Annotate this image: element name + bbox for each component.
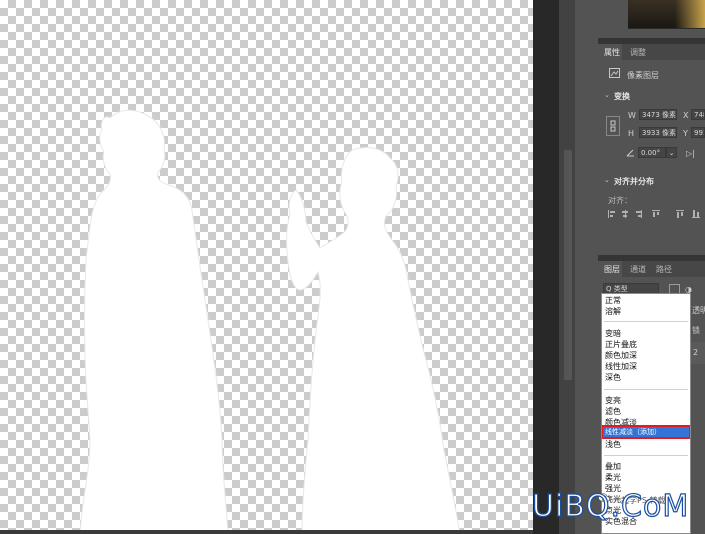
blend-option-linear-burn[interactable]: 线性加深 xyxy=(605,362,637,372)
chevron-down-icon[interactable]: ⌄ xyxy=(604,91,610,99)
blend-option-screen[interactable]: 滤色 xyxy=(605,407,621,417)
angle-dropdown-button[interactable]: ⌄ xyxy=(666,147,677,158)
align-bottom-edges-icon[interactable] xyxy=(692,210,700,218)
section-align-title: 对齐并分布 xyxy=(614,177,654,186)
x-label: X xyxy=(683,111,689,120)
tab-layers[interactable]: 图层 xyxy=(604,264,620,275)
layer-number: 2 xyxy=(693,348,699,357)
layers-tab-bar: 图层 通道 路径 xyxy=(598,261,705,277)
width-field[interactable]: 3473 像素 xyxy=(639,109,677,120)
height-label: H xyxy=(628,129,635,138)
properties-tab-bar: 属性 调整 xyxy=(598,44,705,60)
canvas-bottom-edge xyxy=(0,530,533,534)
menu-divider xyxy=(604,389,688,390)
layer-row[interactable]: 2 xyxy=(691,342,705,364)
blend-option-linear-dodge-selected[interactable]: 线性减淡（添加） xyxy=(602,425,690,439)
flip-horizontal-icon[interactable]: ▷| xyxy=(686,149,695,158)
tab-adjustments[interactable]: 调整 xyxy=(630,47,646,58)
right-figure-silhouette xyxy=(286,147,461,534)
selected-option-label: 线性减淡（添加） xyxy=(605,428,661,436)
vertical-scrollbar-thumb[interactable] xyxy=(564,150,572,380)
width-label: W xyxy=(628,111,636,120)
layer-kind-label: 像素图层 xyxy=(627,71,659,80)
menu-divider xyxy=(604,455,688,456)
align-horizontal-centers-icon[interactable] xyxy=(621,210,629,218)
blend-option-lighter-color[interactable]: 浅色 xyxy=(605,440,621,450)
opacity-label: 透明 xyxy=(692,306,705,315)
lock-label: 锁 xyxy=(692,326,700,335)
section-transform-title: 变换 xyxy=(614,92,630,101)
blend-option-soft-light[interactable]: 柔光 xyxy=(605,473,621,483)
tab-channels[interactable]: 通道 xyxy=(630,264,646,275)
align-label: 对齐： xyxy=(608,196,632,205)
align-vertical-centers-icon[interactable] xyxy=(676,210,684,218)
layer-silhouettes-image xyxy=(79,109,461,534)
menu-divider xyxy=(604,321,688,322)
angle-icon xyxy=(626,149,634,157)
blend-option-darken[interactable]: 变暗 xyxy=(605,329,621,339)
align-top-edges-icon[interactable] xyxy=(652,210,660,218)
left-figure-silhouette xyxy=(79,109,229,534)
y-position-field[interactable]: 991 xyxy=(691,127,705,138)
site-watermark-logo: UiBQ.CoM xyxy=(531,489,690,524)
pixel-layer-icon xyxy=(609,68,620,78)
blend-option-normal[interactable]: 正常 xyxy=(605,296,621,306)
angle-field[interactable]: 0.00° xyxy=(638,147,666,158)
align-left-edges-icon[interactable] xyxy=(608,210,616,218)
blend-option-dissolve[interactable]: 溶解 xyxy=(605,307,621,317)
tab-properties[interactable]: 属性 xyxy=(604,47,620,58)
blend-option-overlay[interactable]: 叠加 xyxy=(605,462,621,472)
link-proportions-icon[interactable] xyxy=(606,116,620,136)
document-canvas[interactable] xyxy=(0,0,533,534)
blend-option-multiply[interactable]: 正片叠底 xyxy=(605,340,637,350)
y-label: Y xyxy=(683,129,688,138)
canvas-gutter xyxy=(533,0,559,534)
align-right-edges-icon[interactable] xyxy=(634,210,642,218)
blend-option-lighten[interactable]: 变亮 xyxy=(605,396,621,406)
tab-paths[interactable]: 路径 xyxy=(656,264,672,275)
x-position-field[interactable]: 748 xyxy=(691,109,705,120)
height-field[interactable]: 3933 像素 xyxy=(639,127,677,138)
blend-option-color-burn[interactable]: 颜色加深 xyxy=(605,351,637,361)
blend-option-darker-color[interactable]: 深色 xyxy=(605,373,621,383)
chevron-down-icon[interactable]: ⌄ xyxy=(604,176,610,184)
color-picker-field[interactable] xyxy=(628,0,705,29)
